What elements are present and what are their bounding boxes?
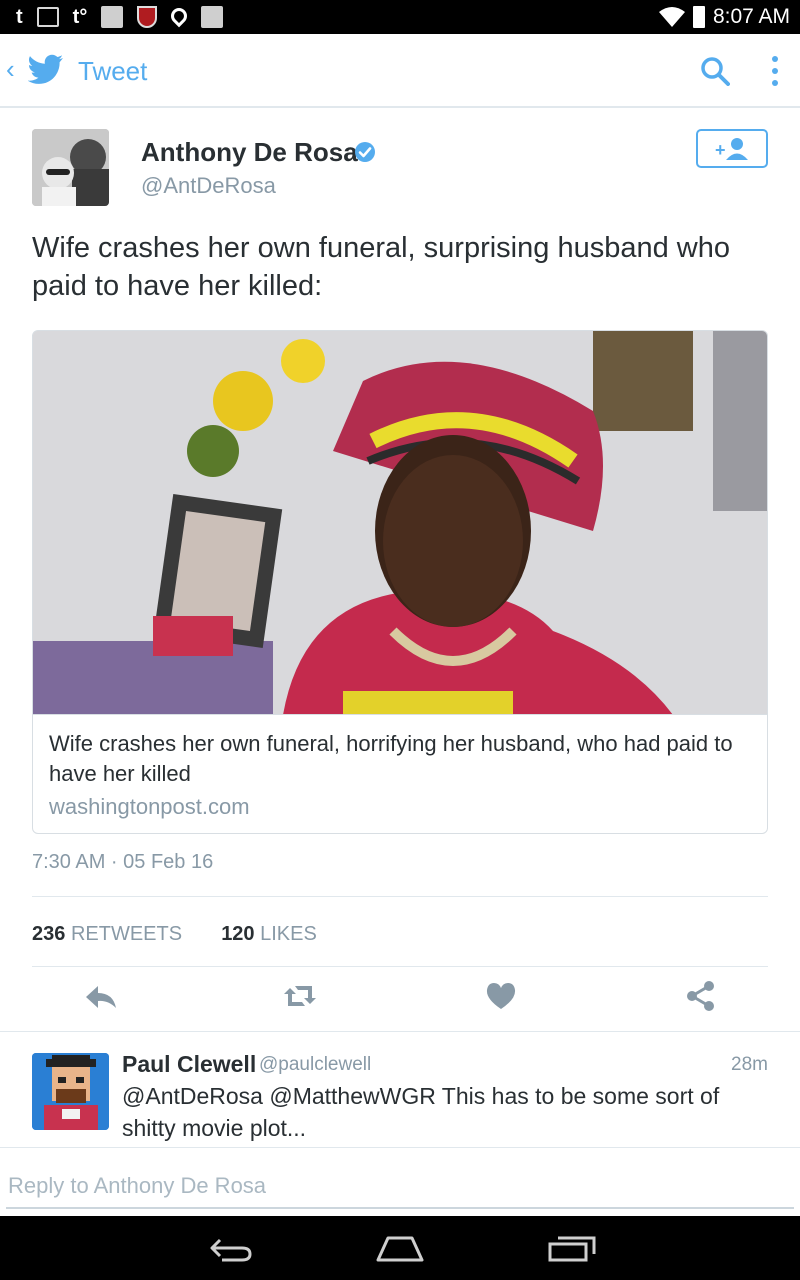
retweet-label: RETWEETS	[70, 923, 183, 945]
reply-author-avatar[interactable]	[32, 1053, 109, 1130]
avatar-photo	[32, 129, 109, 206]
divider	[0, 1147, 800, 1148]
system-nav-bar	[0, 1216, 800, 1280]
reply-author-handle[interactable]: @paulclewell	[259, 1052, 371, 1078]
verified-badge-icon	[355, 142, 375, 162]
retweets-stat[interactable]: 236 RETWEETS	[32, 923, 182, 945]
reply-author-name[interactable]: Paul Clewell	[122, 1049, 256, 1079]
reply-input-underline	[6, 1207, 794, 1209]
link-card[interactable]: Wife crashes her own funeral, horrifying…	[32, 330, 768, 834]
card-title: Wife crashes her own funeral, horrifying…	[49, 731, 733, 786]
follow-button[interactable]: +	[696, 129, 768, 168]
tweet-text: Wife crashes her own funeral, surprising…	[32, 232, 730, 302]
system-indicators: 8:07 AM	[658, 4, 790, 30]
author-avatar[interactable]	[32, 129, 109, 206]
reply-input[interactable]	[8, 1166, 792, 1206]
add-user-icon: +	[715, 138, 748, 160]
retweet-icon[interactable]	[283, 978, 317, 1014]
tumblr-icon: t	[16, 6, 23, 28]
divider	[32, 896, 768, 897]
card-image[interactable]	[33, 331, 767, 715]
app-bar: ‹ Tweet	[0, 34, 800, 108]
like-label: LIKES	[260, 923, 317, 945]
author-name[interactable]: Anthony De Rosa	[141, 136, 358, 168]
status-bar: t t° 8:07 AM	[0, 0, 800, 34]
tweet-stats: 236 RETWEETS 120 LIKES	[32, 920, 317, 948]
svg-text:+: +	[715, 140, 726, 160]
bible-icon	[201, 6, 224, 28]
likes-stat[interactable]: 120 LIKES	[221, 923, 317, 945]
reply-text: @AntDeRosa @MatthewWGR This has to be so…	[122, 1083, 720, 1141]
divider	[0, 1031, 800, 1032]
reply-icon[interactable]	[84, 978, 118, 1014]
back-chevron-icon[interactable]: ‹	[6, 54, 15, 84]
card-photo	[33, 331, 767, 714]
author-handle[interactable]: @AntDeRosa	[141, 172, 276, 200]
pixel-avatar	[32, 1053, 109, 1130]
battery-icon	[692, 6, 705, 28]
tweet-timestamp: 7:30 AM · 05 Feb 16	[32, 851, 214, 873]
tweet-actions	[0, 978, 800, 1018]
recent-apps-icon[interactable]	[548, 1232, 596, 1264]
retweet-count: 236	[32, 923, 66, 945]
back-icon[interactable]	[206, 1232, 254, 1264]
notification-icons: t t°	[16, 4, 224, 28]
location-pin-icon	[168, 4, 191, 28]
like-heart-icon[interactable]	[484, 978, 518, 1014]
twitter-bird-icon[interactable]	[28, 54, 64, 86]
page-title: Tweet	[78, 56, 148, 86]
home-icon[interactable]	[376, 1232, 424, 1264]
overflow-menu-icon[interactable]	[768, 54, 782, 88]
shield-icon	[137, 6, 158, 28]
like-count: 120	[221, 923, 255, 945]
card-domain: washingtonpost.com	[49, 794, 250, 819]
image-icon	[36, 7, 59, 27]
tumblr-notify-icon: t°	[72, 6, 88, 28]
reply-timestamp: 28m	[731, 1054, 768, 1075]
share-icon[interactable]	[684, 978, 718, 1014]
search-icon[interactable]	[700, 56, 730, 86]
wifi-icon	[658, 7, 685, 27]
bible-icon	[101, 6, 124, 28]
clock: 8:07 AM	[712, 5, 790, 28]
divider	[32, 966, 768, 967]
